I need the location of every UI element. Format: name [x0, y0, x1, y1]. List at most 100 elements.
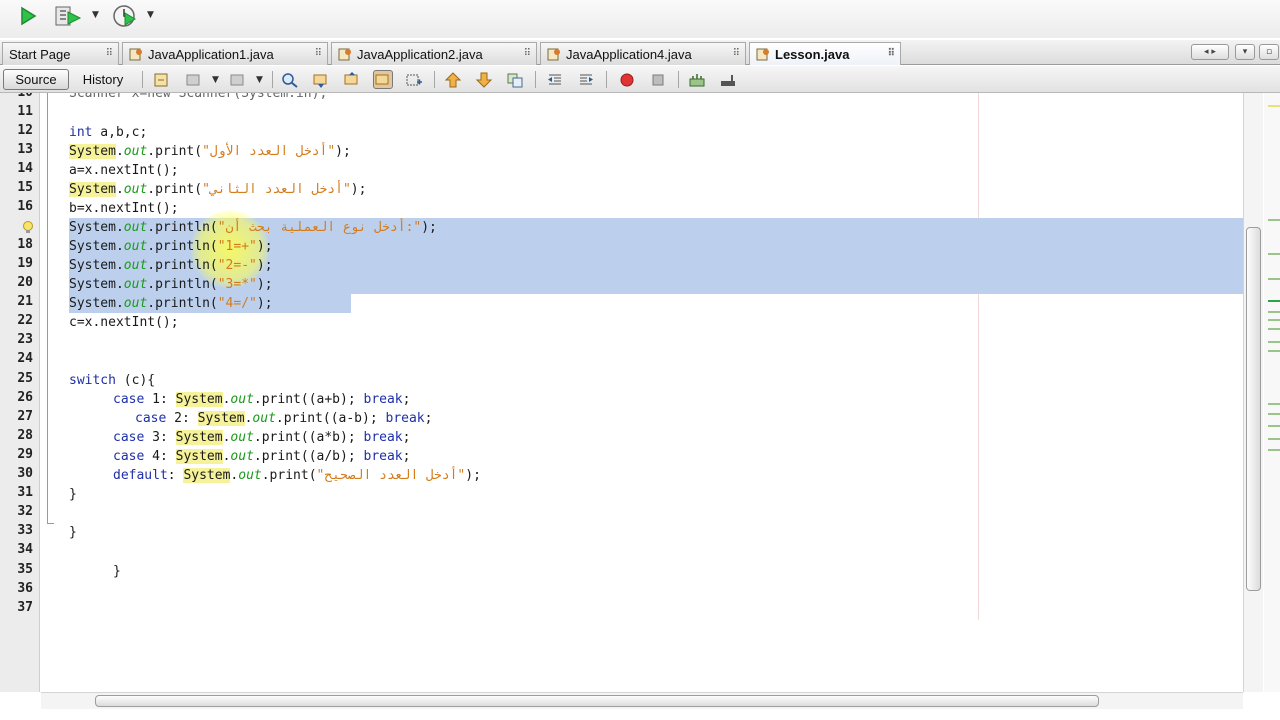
toggle-bookmark-icon [507, 73, 523, 87]
shift-line-left-button[interactable] [545, 70, 565, 89]
code-line: System.out.println("2=-"); [69, 258, 273, 273]
code-line: } [69, 525, 77, 540]
stripe-mark[interactable] [1268, 105, 1280, 107]
run-project-button[interactable] [14, 2, 42, 30]
code-line: System.out.println("1=+"); [69, 239, 273, 254]
error-stripe[interactable] [1264, 93, 1280, 692]
code-line: a=x.nextInt(); [69, 163, 179, 178]
highlight-search-icon [375, 74, 389, 84]
stripe-mark[interactable] [1268, 350, 1280, 352]
line-number: 11 [17, 104, 33, 119]
close-icon[interactable]: ⠿ [888, 48, 895, 59]
toolbar-separator [606, 71, 607, 88]
stripe-mark[interactable] [1268, 253, 1280, 255]
profile-dropdown-arrow-icon[interactable]: ▼ [147, 10, 154, 20]
vertical-scrollbar-thumb[interactable] [1246, 227, 1261, 591]
line-number: 10 [3, 93, 33, 100]
line-number: 36 [17, 581, 33, 596]
toggle-rectangular-selection-button[interactable] [404, 70, 424, 89]
debug-project-button[interactable] [50, 2, 86, 30]
forward-button[interactable] [228, 70, 248, 89]
next-bookmark-icon [475, 72, 493, 88]
show-opened-documents-button[interactable]: ▾ [1235, 44, 1255, 60]
stripe-mark[interactable] [1268, 328, 1280, 330]
toolbar-separator [535, 71, 536, 88]
stripe-mark[interactable] [1268, 425, 1280, 427]
tab-start-page[interactable]: Start Page ⠿ [2, 42, 119, 65]
previous-bookmark-button[interactable] [443, 70, 463, 89]
vertical-scrollbar[interactable] [1243, 93, 1263, 692]
toggle-bookmark-button[interactable] [505, 70, 525, 89]
line-number: 15 [17, 180, 33, 195]
line-number: 32 [17, 504, 33, 519]
uncomment-button[interactable] [718, 70, 738, 89]
next-bookmark-button[interactable] [474, 70, 494, 89]
rectangular-selection-icon [406, 74, 422, 85]
right-margin-line [978, 93, 979, 620]
stripe-mark[interactable] [1268, 311, 1280, 313]
line-number-gutter[interactable]: 10 11 12 13 14 15 16 18 19 20 21 22 23 2… [0, 93, 40, 692]
forward-dropdown-arrow-icon[interactable]: ▼ [256, 75, 263, 85]
stripe-mark[interactable] [1268, 341, 1280, 343]
stripe-mark[interactable] [1268, 319, 1280, 321]
profile-project-button[interactable] [106, 2, 142, 30]
main-toolbar: ▼ ▼ [0, 0, 1280, 38]
start-macro-recording-button[interactable] [617, 70, 637, 89]
code-text-area[interactable]: Scanner x=new Scanner(System.in); int a,… [41, 93, 1243, 692]
stop-macro-recording-button[interactable] [648, 70, 668, 89]
line-number: 19 [17, 256, 33, 271]
stripe-mark[interactable] [1268, 413, 1280, 415]
shift-line-right-button[interactable] [576, 70, 596, 89]
tab-javaapplication1[interactable]: JavaApplication1.java ⠿ [122, 42, 328, 65]
stripe-mark[interactable] [1268, 403, 1280, 405]
close-icon[interactable]: ⠿ [315, 48, 322, 59]
debug-dropdown-arrow-icon[interactable]: ▼ [92, 10, 99, 20]
find-icon [282, 72, 298, 88]
line-number: 24 [17, 351, 33, 366]
line-number: 31 [17, 485, 33, 500]
close-icon[interactable]: ⠿ [106, 48, 113, 59]
code-line: case 3: System.out.print((a*b); break; [113, 430, 411, 445]
find-previous-icon [313, 74, 327, 88]
tab-label: JavaApplication4.java [566, 46, 692, 62]
find-next-button[interactable] [342, 70, 362, 89]
toggle-highlight-search-button[interactable] [373, 70, 393, 89]
comment-button[interactable] [687, 70, 707, 89]
close-icon[interactable]: ⠿ [524, 48, 531, 59]
tab-javaapplication4[interactable]: JavaApplication4.java ⠿ [540, 42, 746, 65]
source-view-button[interactable]: Source [3, 69, 69, 90]
line-number: 33 [17, 523, 33, 538]
line-number: 29 [17, 447, 33, 462]
editor-tab-row: Start Page ⠿ JavaApplication1.java ⠿ Jav… [0, 40, 1280, 65]
scroll-tabs-button[interactable]: ◂ ▸ [1191, 44, 1229, 60]
code-editor[interactable]: 10 11 12 13 14 15 16 18 19 20 21 22 23 2… [0, 93, 1280, 720]
line-number: 16 [17, 199, 33, 214]
stripe-mark[interactable] [1268, 219, 1280, 221]
maximize-window-button[interactable]: ▫ [1259, 44, 1279, 60]
back-dropdown-arrow-icon[interactable]: ▼ [212, 75, 219, 85]
line-number: 23 [17, 332, 33, 347]
stripe-mark[interactable] [1268, 438, 1280, 440]
last-edit-button[interactable] [152, 70, 172, 89]
java-file-icon [547, 48, 560, 61]
horizontal-scrollbar[interactable] [41, 692, 1243, 709]
tab-lesson[interactable]: Lesson.java ⠿ [749, 42, 901, 65]
horizontal-scrollbar-thumb[interactable] [95, 695, 1099, 707]
record-icon [620, 73, 634, 86]
stripe-mark[interactable] [1268, 300, 1280, 302]
lightbulb-hint-icon[interactable] [22, 221, 34, 235]
history-view-button[interactable]: History [72, 69, 134, 90]
code-line: } [113, 564, 121, 579]
line-number: 20 [17, 275, 33, 290]
back-button[interactable] [184, 70, 204, 89]
find-previous-button[interactable] [311, 70, 331, 89]
stripe-mark[interactable] [1268, 449, 1280, 451]
close-icon[interactable]: ⠿ [733, 48, 740, 59]
line-number: 26 [17, 390, 33, 405]
comment-icon [689, 73, 705, 86]
stop-icon [652, 74, 664, 85]
line-number: 25 [17, 371, 33, 386]
tab-javaapplication2[interactable]: JavaApplication2.java ⠿ [331, 42, 537, 65]
stripe-mark[interactable] [1268, 278, 1280, 280]
find-selection-button[interactable] [280, 70, 300, 89]
